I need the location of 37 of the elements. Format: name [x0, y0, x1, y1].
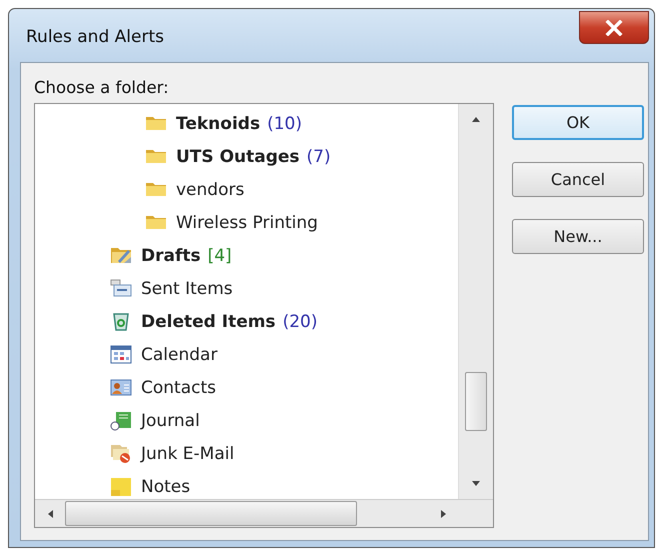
contacts-icon — [110, 377, 132, 398]
scrollbar-thumb[interactable] — [465, 372, 487, 431]
folder-name[interactable]: Junk E-Mail — [141, 444, 234, 464]
folder-name[interactable]: Journal — [141, 410, 200, 430]
folder-name[interactable]: Wireless Printing — [176, 212, 318, 232]
scroll-up-icon[interactable] — [471, 116, 481, 122]
scroll-down-icon[interactable] — [471, 481, 481, 487]
vertical-scrollbar[interactable] — [458, 104, 493, 499]
close-button[interactable] — [579, 11, 649, 44]
item-count: [4] — [208, 246, 232, 266]
folder-name[interactable]: Sent Items — [141, 278, 233, 298]
journal-icon — [110, 410, 132, 431]
folder-name[interactable]: Notes — [141, 476, 190, 496]
folder-name[interactable]: UTS Outages — [176, 146, 300, 166]
folder-name[interactable]: Teknoids — [176, 114, 260, 134]
dialog-button[interactable]: OK — [512, 105, 644, 140]
scroll-right-icon[interactable] — [441, 508, 447, 518]
folder-name[interactable]: Deleted Items — [141, 312, 276, 332]
notes-icon — [110, 476, 132, 497]
dialog-button[interactable]: Cancel — [512, 162, 644, 197]
calendar-icon — [110, 344, 132, 365]
folder-name[interactable]: Drafts — [141, 246, 201, 266]
scrollbar-thumb[interactable] — [65, 501, 357, 526]
window-title: Rules and Alerts — [26, 27, 164, 47]
item-count: (20) — [282, 312, 318, 332]
item-count: (7) — [306, 146, 331, 166]
folder-name[interactable]: Contacts — [141, 378, 216, 398]
folder-tree[interactable]: Teknoids (10) UTS Outages (7) vendors Wireless Printing Drafts [4] Sent Items Deleted Items (20) Calendar Contacts Journal Junk E-Mail Notes — [34, 103, 494, 528]
dialog-button[interactable]: New... — [512, 219, 644, 254]
prompt-label: Choose a folder: — [34, 78, 170, 97]
drafts-icon — [110, 245, 132, 266]
folder-name[interactable]: Calendar — [141, 344, 218, 364]
item-count: (10) — [267, 114, 302, 134]
horizontal-scrollbar[interactable] — [35, 499, 493, 527]
close-icon — [605, 20, 623, 36]
folder-name[interactable]: vendors — [176, 180, 244, 200]
scroll-left-icon[interactable] — [47, 508, 53, 518]
